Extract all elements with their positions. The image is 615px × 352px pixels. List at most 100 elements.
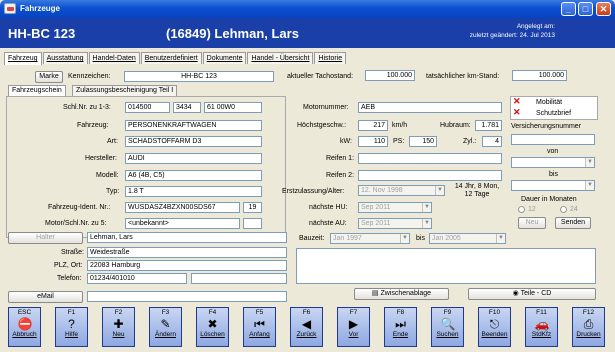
fkey-f9-button[interactable]: F9 🔍 Suchen [431, 307, 464, 347]
versicherung-field[interactable] [511, 134, 595, 145]
cross-icon[interactable]: ✕ [513, 97, 521, 106]
fkey-caption: StdKfz [531, 331, 552, 338]
fkey-esc-button[interactable]: ESC ⛔ Abbruch [8, 307, 41, 347]
radio-24[interactable] [560, 206, 567, 213]
fkey-f8-button[interactable]: F8 ⏭ Ende [384, 307, 417, 347]
plz-field[interactable]: 22083 Hamburg [87, 260, 287, 271]
halter-button[interactable]: Halter [8, 232, 83, 244]
tab-fahrzeug[interactable]: Fahrzeug [4, 52, 42, 65]
email-field[interactable] [87, 291, 287, 302]
cross-icon[interactable]: ✕ [513, 108, 521, 117]
delete-icon: ✖ [207, 317, 218, 331]
erstzulassung-select[interactable]: 12. Nov 1998 ▼ [358, 185, 445, 196]
kennzeichen-field[interactable]: HH-BC 123 [124, 71, 274, 82]
zyl-field[interactable]: 4 [482, 136, 502, 147]
teile-cd-button[interactable]: ◉ Teile - CD [468, 288, 596, 300]
fkey-caption: Suchen [436, 331, 459, 338]
neu-button[interactable]: Neu [518, 217, 546, 229]
main-tabs: Fahrzeug Ausstattung Handel-Daten Benutzerd… [4, 52, 347, 65]
telefon-field[interactable]: 01234/401010 [87, 273, 187, 284]
motor-field[interactable]: <unbekannt> [125, 218, 240, 229]
fkey-f3-button[interactable]: F3 ✎ Ändern [149, 307, 182, 347]
hu-select[interactable]: Sep 2011 ▼ [358, 202, 432, 213]
motor-extra-field[interactable] [243, 218, 262, 229]
window-title: Fahrzeuge [20, 4, 61, 13]
bis-select[interactable]: ▼ [511, 180, 595, 191]
motor-label: Motor/Schl.Nr. zu 5: [45, 220, 107, 227]
email-button[interactable]: eMail [8, 291, 83, 303]
tacho-field[interactable]: 100.000 [365, 70, 415, 81]
title-bar: Fahrzeuge _ □ ✕ [0, 0, 615, 18]
chevron-down-icon: ▼ [400, 234, 409, 243]
tab-handel-bersicht[interactable]: Handel - Übersicht [247, 52, 314, 64]
schl-field-2[interactable]: 3434 [173, 102, 201, 113]
art-field[interactable]: SCHADSTOFFARM D3 [125, 136, 262, 147]
hubraum-field[interactable]: 1.781 [475, 120, 502, 131]
telefon2-field[interactable] [191, 273, 287, 284]
created-label: Angelegt am: [516, 23, 555, 30]
fkey-f5-button[interactable]: F5 ⏮ Anfang [243, 307, 276, 347]
fkey-f11-button[interactable]: F11 🚗 StdKfz [525, 307, 558, 347]
bauzeit-bis-select[interactable]: Jan 2005 ▼ [429, 233, 506, 244]
subtab-zulassung[interactable]: Zulassungsbescheinigung Teil I [72, 85, 178, 96]
schutzbrief-label: Schutzbrief [536, 110, 572, 117]
tab-ausstattung[interactable]: Ausstattung [42, 52, 88, 64]
dauer-label: Dauer in Monaten [521, 196, 577, 203]
minimize-button[interactable]: _ [561, 2, 576, 16]
kw-field[interactable]: 110 [358, 136, 388, 147]
fkey-f7-button[interactable]: F7 ▶ Vor [337, 307, 370, 347]
marke-button[interactable]: Marke [35, 71, 63, 83]
schl-field-3[interactable]: 61 00W0 [204, 102, 262, 113]
car-icon: 🚗 [534, 317, 550, 331]
fin-field[interactable]: WUSDASZ4BZXN00SDS67 [125, 202, 240, 213]
radio-12-label: 12 [528, 206, 536, 213]
strasse-field[interactable]: Weidestraße [87, 247, 287, 258]
fahrzeug-field[interactable]: PERSONENKRAFTWAGEN [125, 120, 262, 131]
radio-12[interactable] [518, 206, 525, 213]
notes-area[interactable] [296, 248, 596, 284]
tab-historie[interactable]: Historie [314, 52, 347, 64]
halter-field[interactable]: Lehman, Lars [87, 232, 287, 243]
zyl-label: Zyl.: [463, 138, 477, 145]
fkey-f12-button[interactable]: F12 ⎙ Drucken [572, 307, 605, 347]
edit-icon: ✎ [160, 317, 171, 331]
tab-dokumente[interactable]: Dokumente [202, 52, 247, 64]
reifen1-field[interactable] [358, 153, 502, 164]
fkey-f6-button[interactable]: F6 ◀ Zurück [290, 307, 323, 347]
hoechst-field[interactable]: 217 [358, 120, 388, 131]
fkey-label: F4 [208, 309, 217, 316]
fkey-f1-button[interactable]: F1? Hilfe [55, 307, 88, 347]
art-label: Art: [107, 138, 118, 145]
maximize-button[interactable]: □ [578, 2, 593, 16]
erstzulassung-label: Erstzulassung/Alter: [282, 188, 345, 195]
help-icon: ? [68, 317, 75, 331]
reifen2-field[interactable] [358, 170, 502, 181]
bauzeit-von-select[interactable]: Jan 1997 ▼ [330, 233, 410, 244]
von-select[interactable]: ▼ [511, 157, 595, 168]
chevron-down-icon: ▼ [585, 158, 594, 167]
motornummer-field[interactable]: AEB [358, 102, 502, 113]
zwischenablage-button[interactable]: ▤ Zwischenablage [354, 288, 449, 300]
fkey-label: F3 [161, 309, 170, 316]
typ-field[interactable]: 1.8 T [125, 186, 262, 197]
vehicle-window: Fahrzeuge _ □ ✕ HH-BC 123 (16849) Lehman… [0, 0, 615, 352]
modell-field[interactable]: A6 (4B, C5) [125, 170, 262, 181]
ps-label: PS: [393, 138, 405, 145]
fkey-f10-button[interactable]: F10 ⎋ Beenden [478, 307, 511, 347]
fkey-f4-button[interactable]: F4 ✖ Löschen [196, 307, 229, 347]
tab-handel-daten[interactable]: Handel-Daten [88, 52, 140, 64]
au-select[interactable]: Sep 2011 ▼ [358, 218, 432, 229]
km-field[interactable]: 100.000 [512, 70, 567, 81]
ps-field[interactable]: 150 [409, 136, 437, 147]
tab-benutzerdefiniert[interactable]: Benutzerdefiniert [140, 52, 202, 64]
bauzeit-bis-value: Jan 2005 [432, 235, 461, 242]
fin-check-field[interactable]: 19 [243, 202, 262, 213]
fkey-f2-button[interactable]: F2 ✚ Neu [102, 307, 135, 347]
close-button[interactable]: ✕ [596, 2, 611, 16]
subtab-fahrzeugschein[interactable]: Fahrzeugschein [8, 85, 66, 96]
reifen2-label: Reifen 2: [326, 172, 355, 179]
fkey-label: F2 [114, 309, 123, 316]
senden-button[interactable]: Senden [555, 217, 591, 229]
hersteller-field[interactable]: AUDI [125, 153, 262, 164]
schl-field-1[interactable]: 014500 [125, 102, 170, 113]
